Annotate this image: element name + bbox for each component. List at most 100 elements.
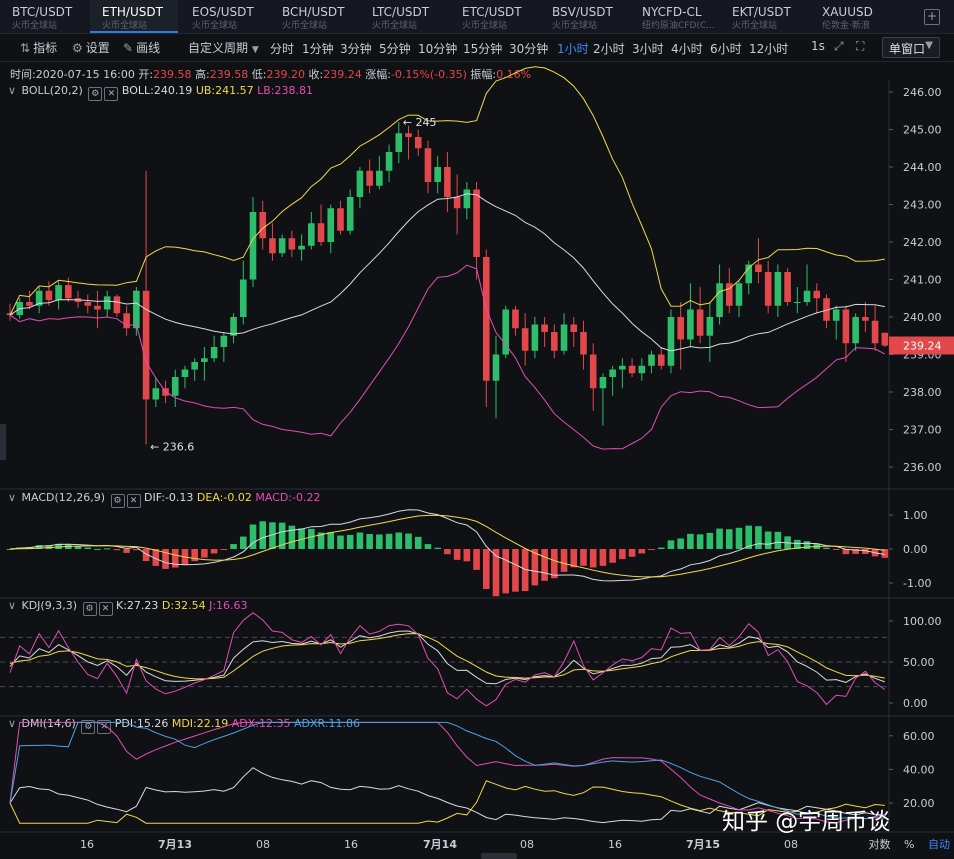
candle-body [298, 245, 305, 250]
watermark-text: 知乎 @宇周币谈 [722, 809, 891, 835]
candle-body [541, 324, 548, 332]
macd-tick-label: 1.00 [903, 509, 928, 522]
candle-body [531, 324, 539, 351]
candle-body [813, 290, 821, 299]
macd-bar [210, 549, 218, 554]
macd-bar [755, 526, 762, 549]
price-tick-label: 244.00 [903, 161, 942, 174]
candles-group [6, 122, 889, 445]
candle-body [395, 133, 403, 152]
candle-body [278, 238, 286, 254]
price-tick-label: 246.00 [903, 86, 942, 99]
candle-body [259, 212, 267, 239]
candle-body [667, 317, 675, 366]
kdj-tick-label: 50.00 [903, 656, 935, 669]
macd-bar [453, 549, 461, 560]
price-tick-label: 245.00 [903, 124, 942, 137]
macd-bar [774, 531, 782, 549]
candle-body [376, 170, 383, 186]
macd-bar [259, 521, 267, 549]
candle-body [337, 208, 344, 231]
macd-bar [502, 549, 510, 594]
macd-bar [589, 549, 597, 568]
auto-scale-toggle[interactable]: 自动 [928, 838, 950, 851]
macd-bar [580, 549, 587, 566]
macd-bar [764, 531, 772, 549]
sidebar-collapse-handle[interactable] [0, 424, 6, 460]
candle-body [599, 377, 607, 389]
macd-bar [220, 549, 228, 550]
price-tick-label: 238.00 [903, 386, 942, 399]
candle-body [482, 257, 490, 381]
candle-body [444, 167, 451, 197]
macd-bar [346, 534, 354, 549]
macd-bar [551, 549, 558, 579]
candle-body [269, 238, 276, 254]
candle-body [803, 290, 811, 302]
min-price-marker: ← 236.6 [150, 441, 194, 454]
candle-body [619, 365, 626, 370]
price-tick-label: 243.00 [903, 199, 942, 212]
macd-bar [444, 549, 451, 555]
chart-canvas[interactable]: 246.00 245.00 244.00 243.00 242.00 241.00 240.… [0, 0, 954, 859]
candle-body [512, 309, 519, 329]
candle-body [764, 272, 772, 306]
candle-body [230, 317, 237, 336]
scroll-handle[interactable] [481, 853, 517, 859]
candle-body [862, 317, 869, 321]
boll-lower-line [9, 264, 886, 450]
log-scale-toggle[interactable]: 对数 [869, 838, 891, 851]
macd-bar [687, 533, 694, 549]
macd-dif-line [9, 509, 885, 582]
candle-body [696, 309, 704, 336]
axis-mode-tools: 对数 % 自动 [869, 836, 950, 852]
dmi-tick-label: 40.00 [903, 763, 935, 776]
candle-body [657, 354, 665, 366]
time-axis-label: 7月14 [423, 838, 457, 851]
candle-body [570, 324, 578, 332]
time-axis-label: 16 [80, 838, 94, 851]
macd-bar [803, 541, 811, 549]
candle-body [492, 354, 500, 381]
candle-body [346, 197, 354, 231]
time-axis-label: 08 [784, 838, 798, 851]
kdj-d-line [9, 633, 885, 680]
macd-bar [735, 527, 743, 549]
candle-body [94, 305, 101, 310]
percent-scale-toggle[interactable]: % [904, 838, 914, 851]
macd-tick-label: -1.00 [903, 577, 931, 590]
macd-bar [103, 548, 111, 550]
macd-bar [366, 534, 373, 549]
macd-bar [201, 549, 208, 558]
macd-bar [570, 549, 578, 568]
candle-body [45, 290, 53, 301]
candle-body [842, 309, 850, 344]
candle-body [473, 189, 480, 257]
macd-bar [395, 532, 403, 549]
macd-bar [424, 544, 432, 549]
candle-body [521, 328, 529, 351]
macd-bar [434, 547, 441, 549]
candle-body [677, 317, 684, 340]
macd-bar [628, 549, 636, 557]
candle-body [142, 290, 150, 400]
macd-bar [405, 533, 412, 549]
candle-body [589, 354, 597, 389]
candle-body [628, 365, 636, 374]
candle-body [385, 152, 393, 171]
macd-bar [482, 549, 490, 589]
candle-body [210, 347, 218, 359]
candle-body [794, 302, 801, 303]
macd-bar [337, 535, 344, 549]
macd-bar [376, 534, 383, 549]
macd-bar [308, 528, 315, 549]
macd-bar [356, 532, 364, 549]
candle-body [405, 133, 412, 137]
candle-body [123, 313, 130, 329]
dmi-tick-label: 20.00 [903, 797, 935, 810]
current-price-tag: 239.24 [903, 340, 942, 353]
candle-body [239, 279, 247, 317]
candle-body [26, 302, 33, 306]
candle-body [706, 317, 714, 336]
macd-bar [716, 528, 723, 549]
